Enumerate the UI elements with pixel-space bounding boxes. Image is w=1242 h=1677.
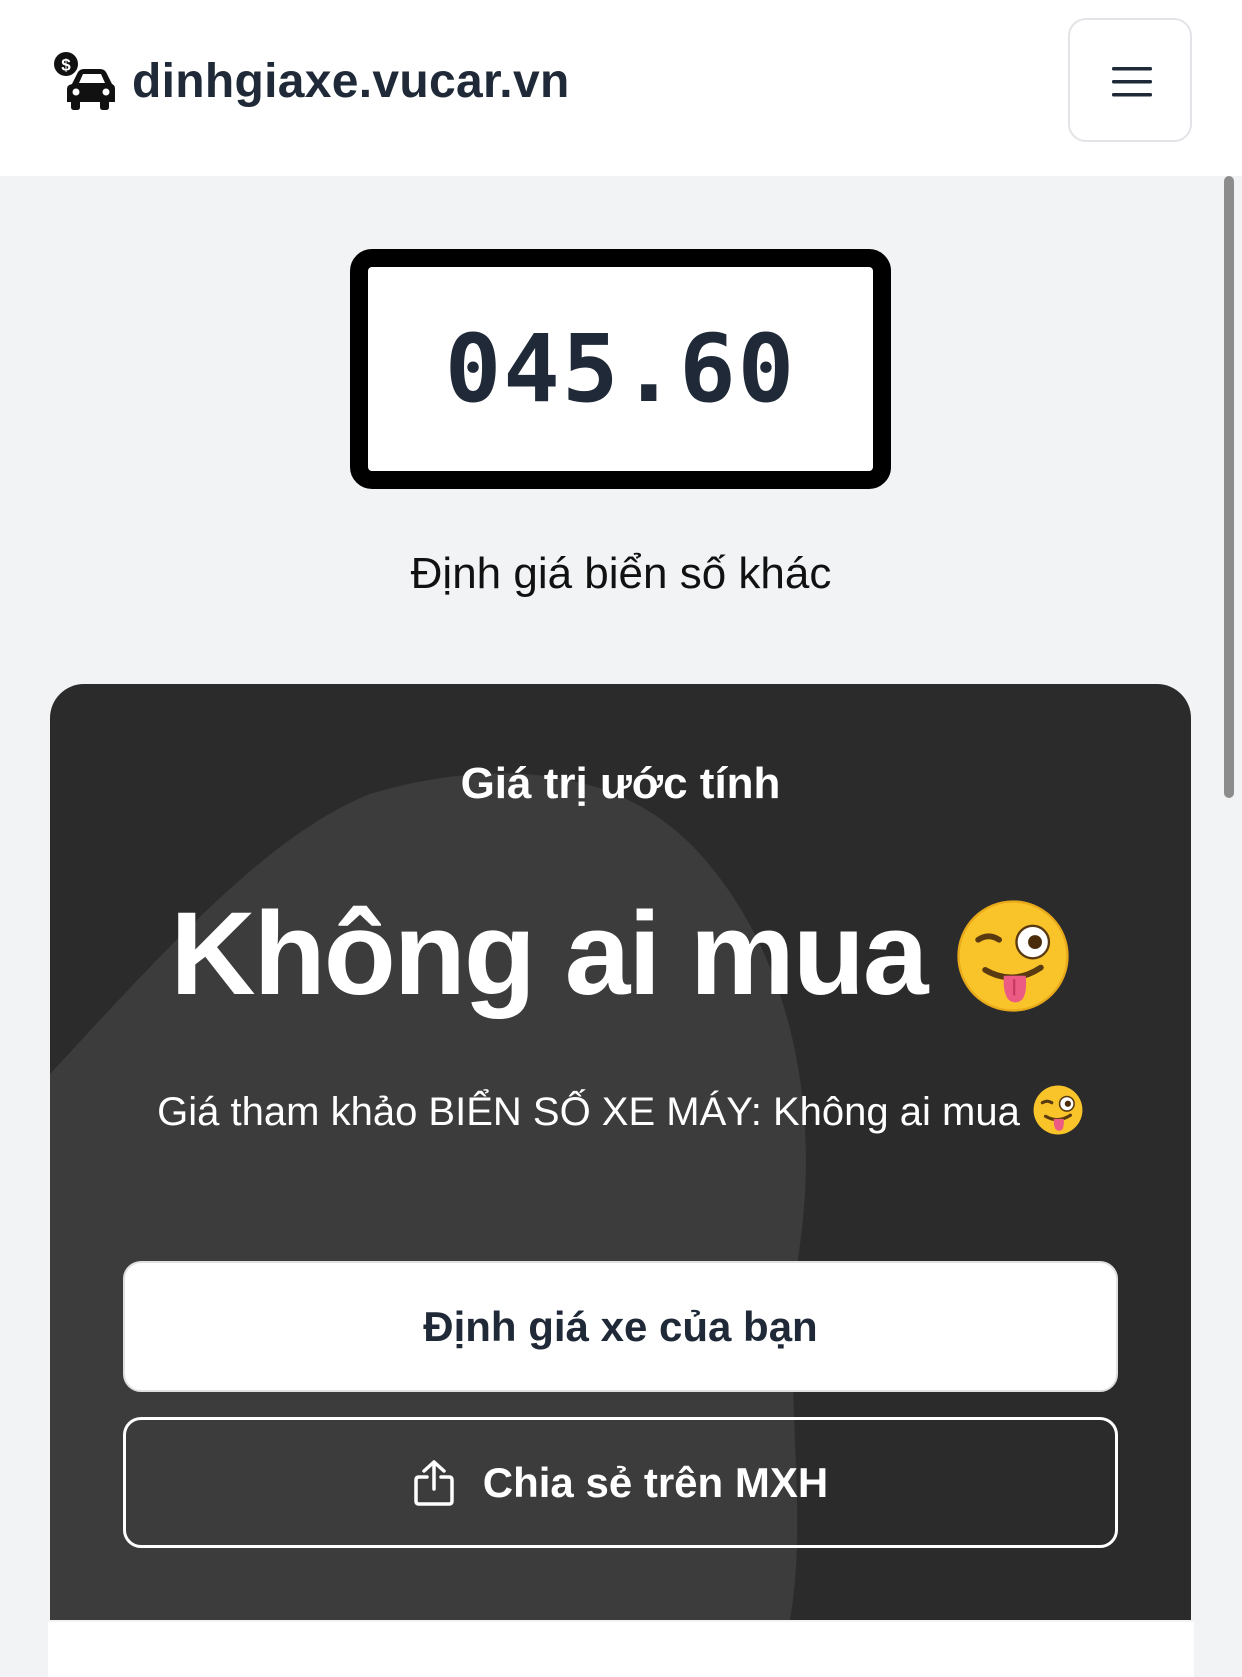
site-name[interactable]: dinhgiaxe.vucar.vn xyxy=(132,52,570,112)
license-plate: 045.60 xyxy=(350,249,891,489)
other-plate-link[interactable]: Định giá biển số khác xyxy=(0,544,1242,604)
menu-button[interactable] xyxy=(1068,18,1192,142)
estimated-value-heading: Không ai mua xyxy=(50,884,1191,1024)
next-section xyxy=(48,1622,1194,1677)
card-title: Giá trị ước tính xyxy=(460,759,781,808)
plate-number: 045.60 xyxy=(444,314,797,424)
estimated-value: Không ai mua xyxy=(170,888,928,1020)
svg-text:$: $ xyxy=(61,56,71,75)
car-price-icon[interactable]: $ xyxy=(54,52,116,112)
winking-face-with-tongue-icon xyxy=(956,900,1069,1012)
result-card: Giá trị ước tính Không ai mua Giá tham k… xyxy=(50,684,1191,1620)
top-header: $ dinhgiaxe.vucar.vn xyxy=(0,0,1242,176)
share-button-label: Chia sẻ trên MXH xyxy=(482,1458,829,1506)
winking-face-with-tongue-small-icon xyxy=(1033,1085,1083,1135)
share-social-button[interactable]: Chia sẻ trên MXH xyxy=(123,1417,1118,1548)
reference-price-text: Giá tham khảo BIỂN SỐ XE MÁY: Không ai m… xyxy=(50,1082,1191,1142)
value-your-car-button[interactable]: Định giá xe của bạn xyxy=(123,1261,1118,1392)
reference-price-label: Giá tham khảo BIỂN SỐ XE MÁY: Không ai m… xyxy=(157,1090,1020,1134)
page-scrollbar[interactable] xyxy=(1224,176,1234,798)
share-upload-icon xyxy=(414,1459,454,1506)
hamburger-menu-icon xyxy=(1112,67,1152,97)
